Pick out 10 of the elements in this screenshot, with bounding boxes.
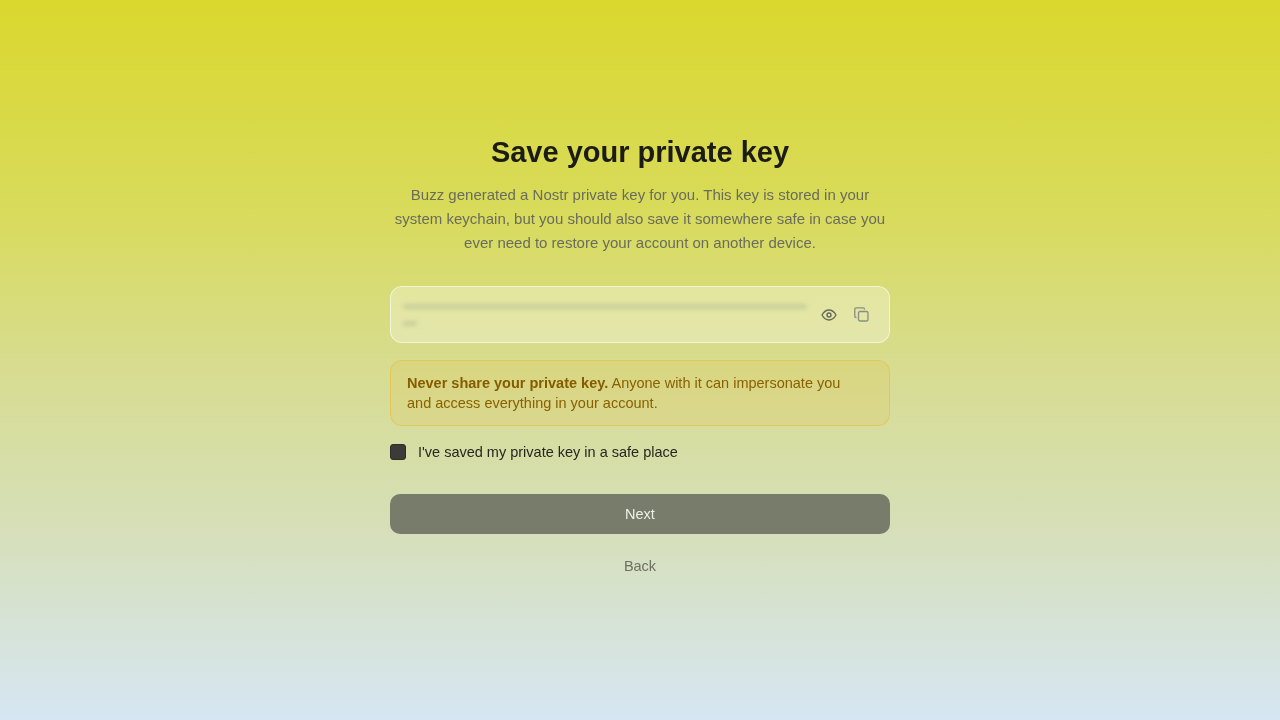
copy-button[interactable] xyxy=(854,307,869,322)
agreement-checkbox[interactable] xyxy=(390,444,406,460)
page-title: Save your private key xyxy=(490,135,790,170)
eye-icon xyxy=(821,308,837,321)
checkbox-label: I've saved my private key in a safe place xyxy=(418,443,678,462)
description-text: Buzz generated a Nostr private key for you. This key is stored in your system keychain, but you should also save it somewhere safe in case you ever need to restore your account on another device. xyxy=(393,185,887,253)
warning-text: Never share your private key. Anyone with it can impersonate you and access everything in your account. xyxy=(407,374,842,413)
back-link[interactable]: Back xyxy=(623,556,657,576)
copy-icon xyxy=(854,307,869,322)
show-key-button[interactable] xyxy=(821,308,837,321)
